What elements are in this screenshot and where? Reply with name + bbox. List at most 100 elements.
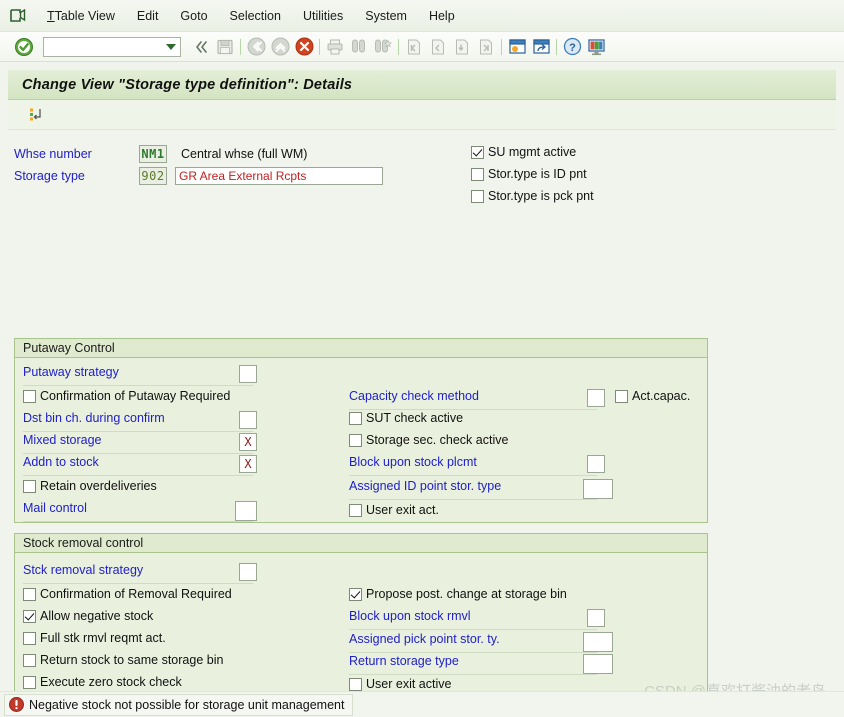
checkbox-propose-post-change-at-storage-bin[interactable]: Propose post. change at storage bin: [349, 587, 567, 601]
other-entry-icon[interactable]: [26, 104, 50, 126]
exit-up-icon[interactable]: [268, 36, 292, 58]
field-putaway-strategy: Putaway strategy: [23, 365, 263, 379]
checkbox-allow-negative-stock[interactable]: Allow negative stock: [23, 609, 153, 623]
checkbox-box[interactable]: [471, 189, 484, 203]
input-stck-removal-strategy[interactable]: [239, 563, 257, 581]
menu-bar: TTable View Edit Goto Selection Utilitie…: [0, 0, 844, 32]
checkbox-box[interactable]: [23, 479, 36, 493]
field-whse-number[interactable]: NM1: [139, 145, 167, 163]
menu-selection[interactable]: Selection: [219, 6, 292, 26]
label-putaway-strategy: Putaway strategy: [23, 365, 119, 379]
checkbox-act-capac[interactable]: Act.capac.: [615, 389, 690, 403]
checkbox-box[interactable]: [349, 587, 362, 601]
menu-edit[interactable]: Edit: [126, 6, 170, 26]
input-return-storage-type[interactable]: [583, 654, 613, 674]
first-page-icon[interactable]: [402, 36, 426, 58]
status-message[interactable]: Negative stock not possible for storage …: [4, 693, 354, 716]
checkbox-return-stock-to-same-storage-bin[interactable]: Return stock to same storage bin: [23, 653, 223, 667]
checkbox-box[interactable]: [349, 433, 362, 447]
status-message-text: Negative stock not possible for storage …: [29, 697, 345, 712]
print-icon[interactable]: [323, 36, 347, 58]
checkbox-box[interactable]: [349, 503, 362, 517]
checkbox-box[interactable]: [23, 587, 36, 601]
next-page-icon[interactable]: [450, 36, 474, 58]
menu-goto[interactable]: Goto: [169, 6, 218, 26]
checkbox-confirmation-of-putaway-required[interactable]: Confirmation of Putaway Required: [23, 389, 230, 403]
input-block-upon-stock-plcmt[interactable]: [587, 455, 605, 473]
checkbox-execute-zero-stock-check[interactable]: Execute zero stock check: [23, 675, 182, 689]
checkbox-box[interactable]: [23, 631, 36, 645]
input-assigned-id-point-stor-type[interactable]: [583, 479, 613, 499]
input-mail-control[interactable]: [235, 501, 257, 521]
input-dst-bin-ch-during-confirm[interactable]: [239, 411, 257, 429]
checkbox-stor-type-is-id-pnt[interactable]: Stor.type is ID pnt: [471, 167, 587, 181]
input-mixed-storage[interactable]: X: [239, 433, 257, 451]
menu-system[interactable]: System: [354, 6, 418, 26]
checkbox-box[interactable]: [23, 609, 36, 623]
help-icon[interactable]: ?: [560, 36, 584, 58]
menu-utilities[interactable]: Utilities: [292, 6, 354, 26]
checkbox-storage-sec-check-active[interactable]: Storage sec. check active: [349, 433, 508, 447]
checkbox-box[interactable]: [349, 677, 362, 691]
checkbox-box[interactable]: [615, 389, 628, 403]
input-addn-to-stock[interactable]: X: [239, 455, 257, 473]
checkbox-box[interactable]: [471, 167, 484, 181]
exit-window-icon[interactable]: [6, 6, 30, 26]
menu-table-view[interactable]: TTable View: [36, 6, 126, 26]
field-underline: [349, 409, 597, 410]
enter-icon[interactable]: [14, 37, 34, 57]
toolbar-separator: [501, 38, 502, 55]
label-capacity-check-method: Capacity check method: [349, 389, 479, 403]
field-underline: [349, 674, 597, 675]
cancel-icon[interactable]: [292, 36, 316, 58]
row-whse-number: Whse number NM1 Central whse (full WM): [14, 145, 307, 163]
checkbox-box[interactable]: [23, 389, 36, 403]
input-block-upon-stock-rmvl[interactable]: [587, 609, 605, 627]
checkbox-full-stk-rmvl-reqmt-act[interactable]: Full stk rmvl reqmt act.: [23, 631, 166, 645]
command-field[interactable]: [43, 36, 181, 57]
field-mixed-storage: Mixed storage: [23, 433, 102, 447]
back-chevrons-icon[interactable]: [189, 36, 213, 58]
checkbox-box[interactable]: [471, 145, 484, 159]
screen-canvas: Whse number NM1 Central whse (full WM) S…: [0, 130, 844, 717]
find-icon[interactable]: [347, 36, 371, 58]
checkbox-su-mgmt-active[interactable]: SU mgmt active: [471, 145, 576, 159]
group-putaway-control-title: Putaway Control: [15, 339, 707, 358]
field-storage-type-description[interactable]: GR Area External Rcpts: [175, 167, 383, 185]
layout-menu-icon[interactable]: [584, 36, 608, 58]
label-stck-removal-strategy: Stck removal strategy: [23, 563, 144, 577]
new-session-icon[interactable]: [505, 36, 529, 58]
shortcut-icon[interactable]: [529, 36, 553, 58]
checkbox-user-exit-act[interactable]: User exit act.: [349, 503, 439, 517]
checkbox-label: SU mgmt active: [488, 145, 577, 159]
save-icon[interactable]: [213, 36, 237, 58]
checkbox-box[interactable]: [23, 653, 36, 667]
label-assigned-pick-point-stor-ty: Assigned pick point stor. ty.: [349, 632, 500, 646]
checkbox-label: User exit active: [366, 677, 452, 691]
field-underline: [349, 499, 597, 500]
group-putaway-control: Putaway Control Putaway strategy Confirm…: [14, 338, 708, 523]
checkbox-sut-check-active[interactable]: SUT check active: [349, 411, 463, 425]
label-mail-control: Mail control: [23, 501, 87, 515]
input-capacity-check-method[interactable]: [587, 389, 605, 407]
checkbox-user-exit-active[interactable]: User exit active: [349, 677, 451, 691]
chevron-down-icon[interactable]: [166, 43, 176, 50]
checkbox-stor-type-is-pck-pnt[interactable]: Stor.type is pck pnt: [471, 189, 594, 203]
previous-page-icon[interactable]: [426, 36, 450, 58]
menu-label: System: [365, 8, 407, 23]
checkbox-box[interactable]: [23, 675, 36, 689]
checkbox-retain-overdeliveries[interactable]: Retain overdeliveries: [23, 479, 157, 493]
checkbox-confirmation-of-removal-required[interactable]: Confirmation of Removal Required: [23, 587, 232, 601]
last-page-icon[interactable]: [474, 36, 498, 58]
page-title: Change View "Storage type definition": D…: [22, 76, 353, 93]
checkbox-label: Stor.type is ID pnt: [488, 167, 587, 181]
field-storage-type[interactable]: 902: [139, 167, 167, 185]
menu-help[interactable]: Help: [418, 6, 466, 26]
input-assigned-pick-point-stor-ty[interactable]: [583, 632, 613, 652]
checkbox-box[interactable]: [349, 411, 362, 425]
input-putaway-strategy[interactable]: [239, 365, 257, 383]
back-icon[interactable]: [244, 36, 268, 58]
menu-label: Selection: [229, 8, 281, 23]
label-return-storage-type: Return storage type: [349, 654, 459, 668]
find-next-icon[interactable]: [371, 36, 395, 58]
